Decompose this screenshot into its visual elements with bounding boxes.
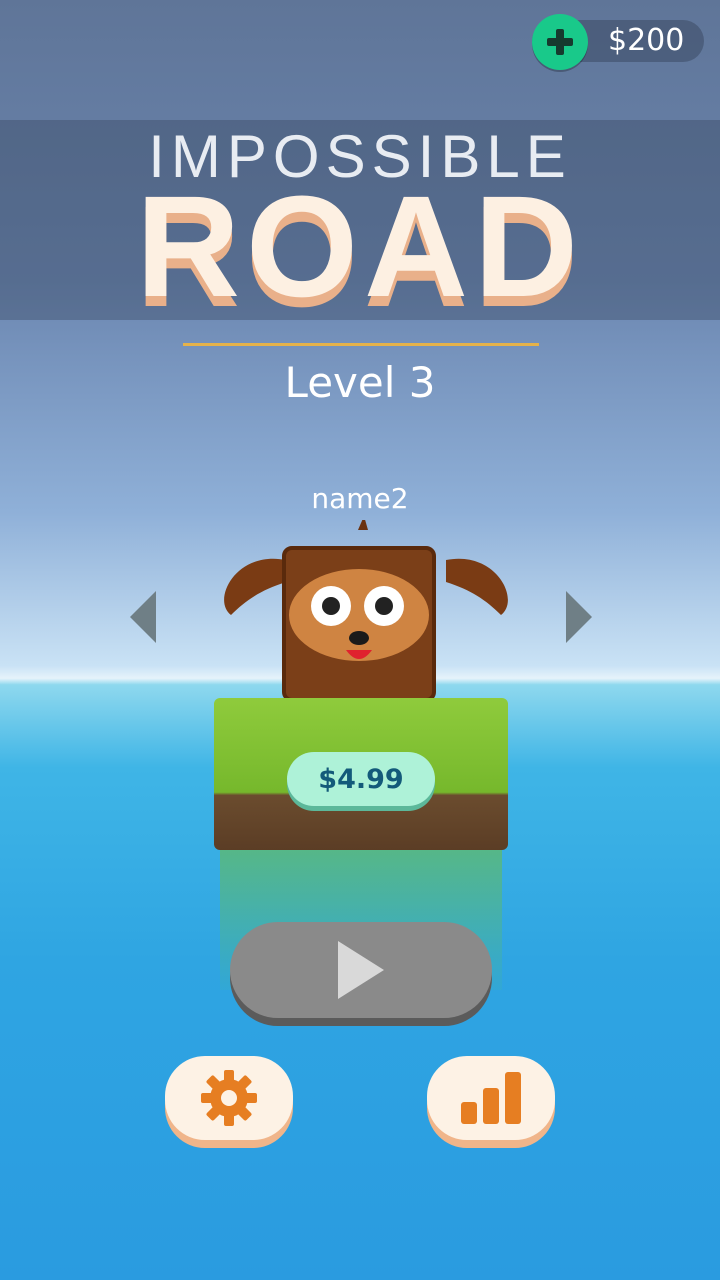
game-logo: IMPOSSIBLE ROAD xyxy=(0,120,720,327)
add-currency-button[interactable] xyxy=(532,14,588,70)
buy-character-button[interactable]: $4.99 xyxy=(287,752,435,806)
currency-amount: $200 xyxy=(608,23,685,58)
chevron-right-icon xyxy=(566,591,592,643)
leaderboard-button[interactable] xyxy=(427,1056,555,1140)
play-button[interactable] xyxy=(230,922,492,1018)
plus-icon xyxy=(547,29,573,55)
logo-title-line2: ROAD xyxy=(136,166,584,327)
previous-character-button[interactable] xyxy=(118,582,168,652)
bar-chart-icon xyxy=(461,1072,521,1124)
chevron-left-icon xyxy=(130,591,156,643)
level-label: Level 3 xyxy=(284,358,436,407)
title-divider xyxy=(183,343,539,346)
next-character-button[interactable] xyxy=(554,582,604,652)
gear-icon xyxy=(201,1070,257,1126)
settings-button[interactable] xyxy=(165,1056,293,1140)
dog-character xyxy=(224,520,508,702)
character-name: name2 xyxy=(311,482,409,515)
currency-display[interactable]: $200 xyxy=(532,14,704,70)
play-icon xyxy=(338,941,384,999)
